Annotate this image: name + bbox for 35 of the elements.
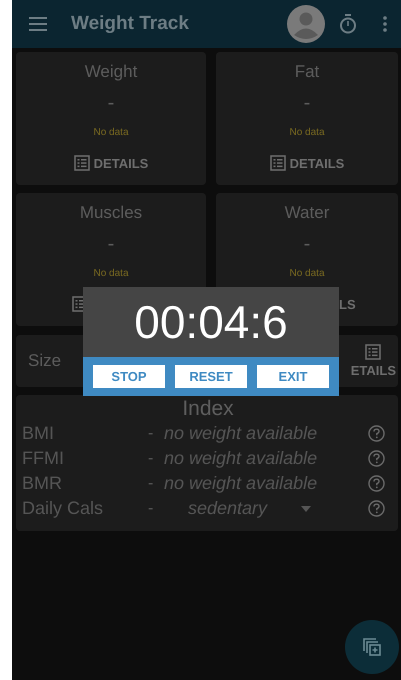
timer-button[interactable]: EXIT xyxy=(257,365,329,388)
card-value: - xyxy=(304,233,310,256)
card-status: No data xyxy=(93,268,129,279)
index-label: BMR xyxy=(22,473,63,494)
card-title: Muscles xyxy=(80,203,142,223)
card-title: Size xyxy=(28,351,62,371)
app-title: Weight Track xyxy=(71,13,190,35)
index-dash: - xyxy=(148,500,154,518)
card-title: Weight xyxy=(84,62,138,82)
timer-button[interactable]: RESET xyxy=(175,365,247,388)
details-button[interactable]: ETAILS xyxy=(350,363,396,378)
card-value: - xyxy=(304,92,310,115)
card-title: Index xyxy=(182,397,234,421)
card-status: No data xyxy=(289,127,325,138)
card-title: Fat xyxy=(294,62,320,82)
index-label: BMI xyxy=(22,423,56,444)
card-value: - xyxy=(108,233,114,256)
details-button[interactable]: DETAILS xyxy=(290,156,344,170)
card-value: - xyxy=(108,92,114,115)
timer-button[interactable]: STOP xyxy=(93,365,165,388)
card-title: Water xyxy=(284,203,330,223)
details-button[interactable]: DETAILS xyxy=(94,156,148,170)
timer-display: 00:04:6 xyxy=(134,295,288,349)
card-status: No data xyxy=(289,268,325,279)
activity-dropdown[interactable]: sedentary xyxy=(164,498,364,519)
card-status: No data xyxy=(93,127,129,138)
index-value: no weight available xyxy=(164,473,318,494)
index-dash: - xyxy=(148,474,154,492)
details-button[interactable]: LS xyxy=(339,296,356,312)
index-value: no weight available xyxy=(164,448,318,469)
index-value: no weight available xyxy=(164,423,318,444)
index-label: FFMI xyxy=(22,448,65,469)
index-dash: - xyxy=(148,450,154,468)
index-label: Daily Cals xyxy=(22,498,104,519)
index-dash: - xyxy=(148,424,154,442)
